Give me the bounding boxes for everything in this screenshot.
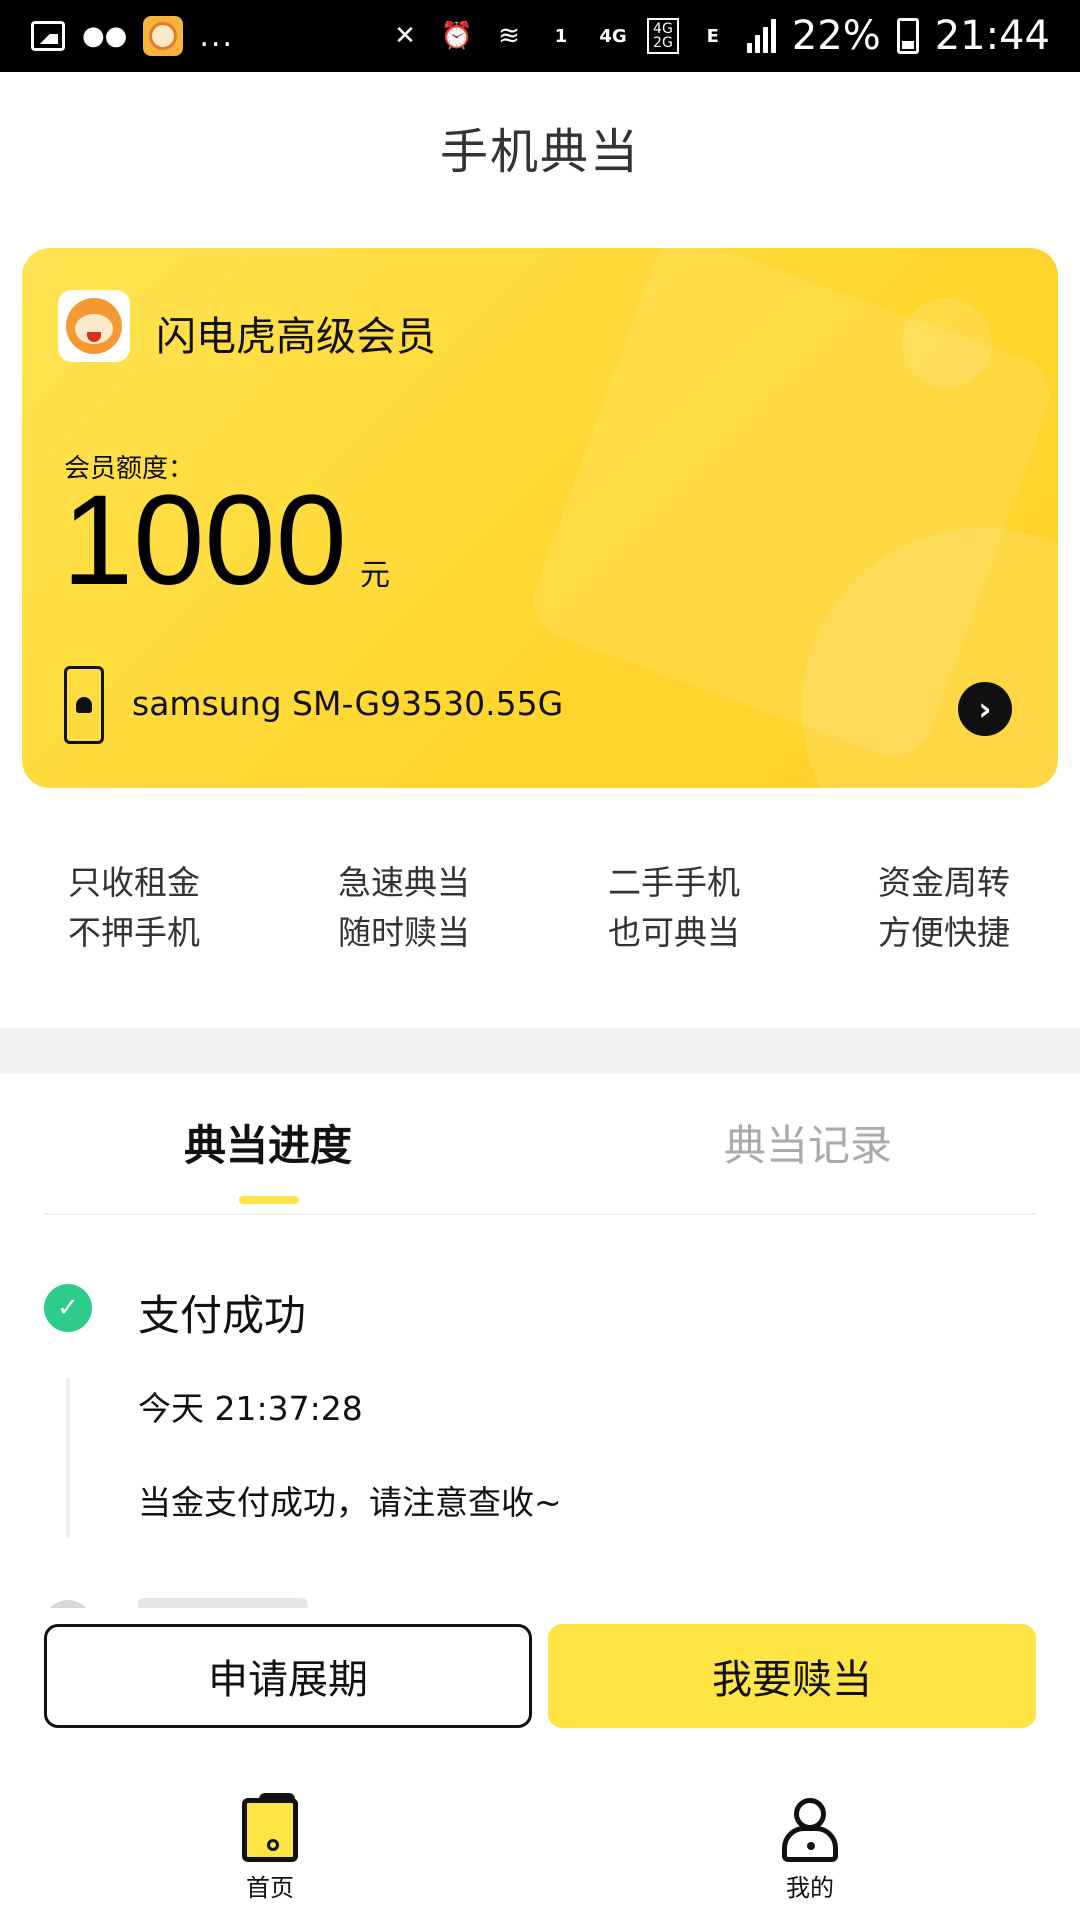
feature-line-2: 不押手机 [68, 913, 200, 952]
app-notification-icon [143, 16, 184, 56]
quota-amount: 1000 [62, 469, 347, 612]
tab-divider [44, 1213, 1036, 1215]
more-notifications: ... [199, 18, 234, 54]
feature-line-1: 二手手机 [608, 863, 740, 902]
feature-list: 只收租金 不押手机 急速典当 随时赎当 二手手机 也可典当 资金周转 方便快捷 [0, 858, 1080, 968]
status-bar: ●● ... ✕ ⏰ ≋ 1 4G 4G 2G E 22% 21:44 [0, 0, 1080, 72]
timeline-line [66, 1378, 70, 1538]
battery-percent: 22% [791, 13, 881, 59]
section-divider [0, 1028, 1080, 1074]
check-icon: ✓ [44, 1284, 92, 1332]
step-time: 今天 21:37:28 [138, 1389, 363, 1428]
wifi-icon: ≋ [498, 21, 520, 51]
network-4g-indicator: 4G [599, 25, 627, 47]
signal-icon [746, 19, 776, 53]
phone-home-icon [242, 1793, 298, 1862]
redeem-button[interactable]: 我要赎当 [548, 1624, 1036, 1728]
network-2g-label: 2G [653, 35, 673, 51]
bottom-nav: 首页 我的 [0, 1752, 1080, 1920]
alarm-icon: ⏰ [440, 21, 474, 51]
nav-mine-label: 我的 [786, 1874, 834, 1902]
nav-home[interactable]: 首页 [190, 1793, 350, 1903]
sim-slot-indicator: 1 [554, 25, 568, 47]
action-bar: 申请展期 我要赎当 [0, 1608, 1080, 1752]
wechat-icon: ●● [82, 21, 128, 51]
quota-unit: 元 [360, 558, 390, 593]
tab-bar: 典当进度 典当记录 [0, 1074, 1080, 1215]
device-model: samsung SM-G93530.55G [132, 684, 564, 723]
tiger-logo-icon [58, 290, 130, 362]
member-level-title: 闪电虎高级会员 [156, 314, 436, 360]
feature-line-1: 资金周转 [878, 863, 1010, 902]
battery-icon [896, 18, 919, 54]
feature-line-1: 只收租金 [68, 863, 200, 902]
feature-line-1: 急速典当 [338, 863, 470, 902]
clock: 21:44 [934, 13, 1050, 59]
tab-pawn-progress[interactable]: 典当进度 [184, 1112, 352, 1173]
network-e-indicator: E [706, 25, 719, 47]
apply-extension-button[interactable]: 申请展期 [44, 1624, 532, 1728]
feature-line-2: 也可典当 [608, 913, 740, 952]
gallery-icon [30, 16, 66, 56]
step-description: 当金支付成功，请注意查收~ [138, 1483, 562, 1522]
active-tab-indicator [239, 1196, 299, 1204]
feature-line-2: 随时赎当 [338, 913, 470, 952]
chevron-right-icon[interactable]: › [958, 682, 1012, 736]
android-phone-icon [64, 666, 104, 744]
feature-item: 资金周转 方便快捷 [878, 858, 1078, 958]
nav-mine[interactable]: 我的 [730, 1798, 890, 1903]
feature-line-2: 方便快捷 [878, 913, 1010, 952]
page-header: 手机典当 [0, 72, 1080, 222]
step-title: 支付成功 [138, 1291, 307, 1340]
tab-pawn-records[interactable]: 典当记录 [724, 1112, 892, 1173]
card-decoration [902, 298, 992, 388]
person-icon [782, 1798, 838, 1862]
nav-home-label: 首页 [246, 1874, 294, 1902]
member-card[interactable]: 闪电虎高级会员 会员额度： 1000 元 samsung SM-G93530.5… [22, 248, 1058, 788]
vibrate-icon: ✕ [394, 21, 416, 51]
feature-item: 只收租金 不押手机 [68, 858, 268, 958]
page-title: 手机典当 [439, 124, 640, 180]
feature-item: 急速典当 随时赎当 [338, 858, 538, 958]
feature-item: 二手手机 也可典当 [608, 858, 808, 958]
network-dual-indicator: 4G 2G [647, 18, 679, 54]
